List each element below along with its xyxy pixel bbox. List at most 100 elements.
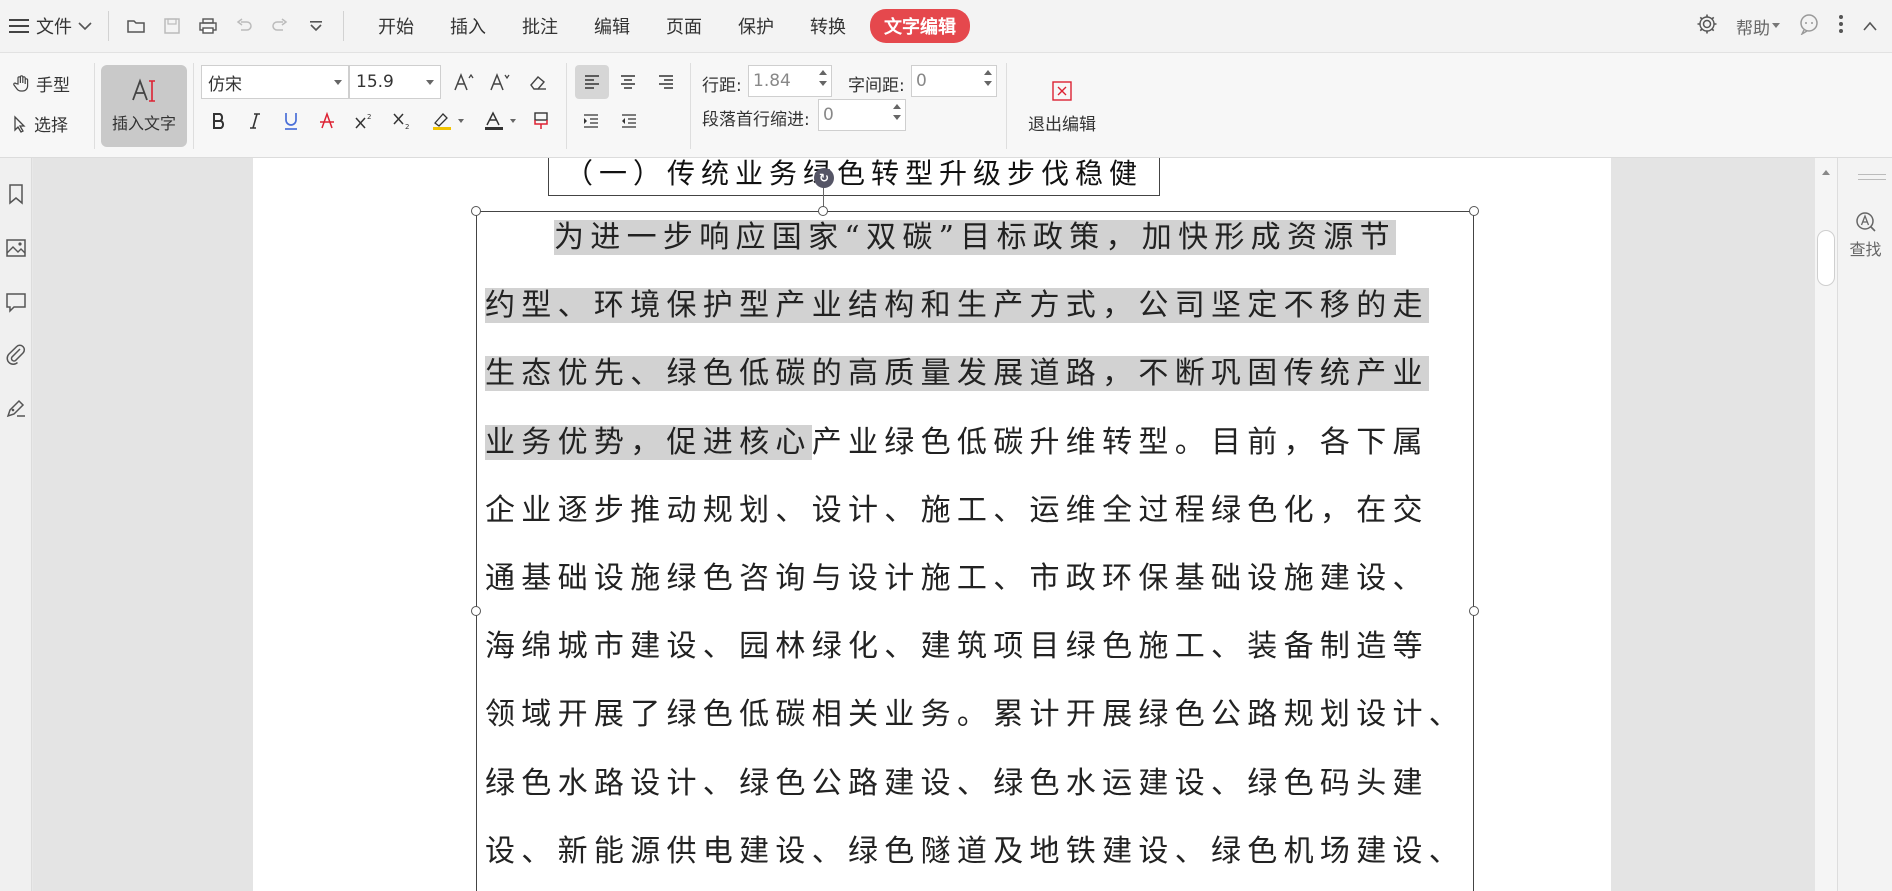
quick-access-toolbar bbox=[117, 13, 335, 39]
settings-icon[interactable] bbox=[1696, 13, 1718, 39]
line-spacing-input[interactable]: 1.84 bbox=[748, 65, 832, 97]
spinner-arrows[interactable] bbox=[893, 104, 901, 120]
more-options-icon[interactable] bbox=[1838, 14, 1844, 38]
thumbnail-image-icon[interactable] bbox=[4, 236, 28, 260]
tab-protect[interactable]: 保护 bbox=[720, 13, 792, 39]
format-painter-button[interactable] bbox=[527, 107, 555, 135]
text-line: 通基础设施绿色咨询与设计施工、市政环保基础设施建设、 bbox=[485, 557, 1429, 601]
heading-text-box[interactable]: （一）传统业务绿色转型升级步伐稳健 bbox=[548, 158, 1160, 196]
line-text: 设、新能源供电建设、绿色隧道及地铁建设、绿色机场建设、 bbox=[485, 834, 1466, 869]
eraser-icon bbox=[530, 76, 546, 90]
caret-down-icon bbox=[426, 80, 434, 85]
resize-handle-top-left[interactable] bbox=[471, 206, 481, 216]
menubar-left: 文件 开始 插入 批注 编辑 页面 保护 转换 文字编辑 bbox=[0, 0, 970, 52]
caret-down-icon bbox=[334, 80, 342, 85]
file-menu[interactable]: 文件 bbox=[0, 0, 100, 52]
scroll-up-arrow-icon[interactable] bbox=[1822, 170, 1830, 175]
feedback-icon[interactable] bbox=[1798, 13, 1820, 39]
align-center-button[interactable] bbox=[614, 68, 642, 96]
collapse-icon[interactable] bbox=[1862, 17, 1878, 36]
selected-text: 业务优势，促进核心 bbox=[485, 425, 812, 460]
close-box-icon bbox=[1052, 80, 1072, 101]
find-label: 查找 bbox=[1849, 240, 1882, 259]
underline-button[interactable] bbox=[277, 107, 305, 135]
line-spacing-value: 1.84 bbox=[753, 71, 791, 91]
separator bbox=[108, 11, 109, 41]
section-heading: （一）传统业务绿色转型升级步伐稳健 bbox=[564, 158, 1143, 190]
selected-text: 生态优先、绿色低碳的高质量发展道路，不断巩固传统产业 bbox=[485, 356, 1429, 391]
save-icon[interactable] bbox=[159, 13, 185, 39]
align-right-icon bbox=[659, 75, 673, 89]
italic-icon bbox=[250, 113, 260, 129]
char-spacing-input[interactable]: 0 bbox=[911, 65, 997, 97]
attachment-icon[interactable] bbox=[4, 342, 28, 366]
font-color-button[interactable] bbox=[481, 107, 521, 135]
bold-button[interactable] bbox=[205, 107, 233, 135]
scrollbar-thumb[interactable] bbox=[1817, 230, 1835, 286]
align-left-icon bbox=[585, 75, 599, 89]
decrease-indent-button[interactable] bbox=[577, 107, 605, 135]
resize-handle-top-center[interactable] bbox=[818, 206, 828, 216]
find-button[interactable]: 查找 bbox=[1838, 210, 1892, 260]
text-line: 业务优势，促进核心产业绿色低碳升维转型。目前，各下属 bbox=[485, 421, 1429, 465]
font-color-icon bbox=[485, 111, 516, 130]
tab-text-edit[interactable]: 文字编辑 bbox=[870, 9, 970, 43]
align-right-button[interactable] bbox=[652, 68, 680, 96]
exit-edit-label: 退出编辑 bbox=[1028, 114, 1096, 135]
customize-toolbar-icon[interactable] bbox=[303, 13, 329, 39]
font-size-increase-icon bbox=[454, 72, 474, 91]
superscript-icon: 2 bbox=[355, 113, 371, 129]
highlight-color-button[interactable] bbox=[429, 107, 469, 135]
italic-button[interactable] bbox=[241, 107, 269, 135]
resize-handle-middle-left[interactable] bbox=[471, 606, 481, 616]
increase-indent-button[interactable] bbox=[615, 107, 643, 135]
tab-convert[interactable]: 转换 bbox=[792, 13, 864, 39]
cursor-arrow-icon bbox=[14, 114, 26, 133]
rotate-handle-icon[interactable]: ↻ bbox=[814, 168, 834, 188]
menubar: 文件 开始 插入 批注 编辑 页面 保护 转换 文字编辑 帮助 bbox=[0, 0, 1892, 52]
underline-icon bbox=[285, 113, 297, 130]
subscript-button[interactable]: 2 bbox=[389, 107, 417, 135]
signature-icon[interactable] bbox=[4, 396, 28, 420]
help-menu[interactable]: 帮助 bbox=[1736, 14, 1780, 39]
clear-format-button[interactable] bbox=[524, 68, 552, 96]
tab-insert[interactable]: 插入 bbox=[432, 13, 504, 39]
hand-icon bbox=[13, 74, 29, 92]
right-panel: 查找 bbox=[1837, 158, 1892, 891]
line-text: 海绵城市建设、园林绿化、建筑项目绿色施工、装备制造等 bbox=[485, 629, 1429, 664]
tab-edit[interactable]: 编辑 bbox=[576, 13, 648, 39]
bookmark-icon[interactable] bbox=[4, 182, 28, 206]
undo-icon[interactable] bbox=[231, 13, 257, 39]
hand-tool-button[interactable]: 手型 bbox=[12, 71, 70, 96]
separator bbox=[343, 11, 344, 41]
decrease-font-size-button[interactable] bbox=[486, 68, 514, 96]
spinner-arrows[interactable] bbox=[984, 70, 992, 86]
tab-annotate[interactable]: 批注 bbox=[504, 13, 576, 39]
text-line: 设、新能源供电建设、绿色隧道及地铁建设、绿色机场建设、 bbox=[485, 830, 1465, 874]
spinner-arrows[interactable] bbox=[819, 70, 827, 86]
tab-home[interactable]: 开始 bbox=[360, 13, 432, 39]
superscript-button[interactable]: 2 bbox=[351, 107, 379, 135]
insert-text-button[interactable]: 插入文字 bbox=[101, 65, 187, 147]
align-left-button[interactable] bbox=[575, 65, 609, 99]
select-tool-button[interactable]: 选择 bbox=[12, 111, 68, 136]
open-folder-icon[interactable] bbox=[123, 13, 149, 39]
menubar-right: 帮助 bbox=[1696, 0, 1892, 52]
first-indent-input[interactable]: 0 bbox=[818, 99, 906, 131]
strikethrough-button[interactable] bbox=[313, 107, 341, 135]
insert-text-label: 插入文字 bbox=[111, 114, 176, 133]
exit-edit-button[interactable]: 退出编辑 bbox=[1014, 61, 1110, 153]
vertical-scrollbar[interactable] bbox=[1815, 158, 1837, 891]
redo-icon[interactable] bbox=[267, 13, 293, 39]
print-icon[interactable] bbox=[195, 13, 221, 39]
tab-page[interactable]: 页面 bbox=[648, 13, 720, 39]
panel-grip-icon[interactable] bbox=[1858, 174, 1886, 180]
font-size-select[interactable]: 15.9 bbox=[349, 65, 441, 99]
resize-handle-top-right[interactable] bbox=[1469, 206, 1479, 216]
document-area: （一）传统业务绿色转型升级步伐稳健 ↻ 为进一步响应国家“双碳”目标政策，加快形… bbox=[33, 158, 1815, 891]
ribbon-tabs: 开始 插入 批注 编辑 页面 保护 转换 文字编辑 bbox=[360, 0, 970, 52]
increase-font-size-button[interactable] bbox=[450, 68, 478, 96]
comment-icon[interactable] bbox=[4, 290, 28, 314]
font-name-select[interactable]: 仿宋 bbox=[201, 65, 349, 99]
resize-handle-middle-right[interactable] bbox=[1469, 606, 1479, 616]
